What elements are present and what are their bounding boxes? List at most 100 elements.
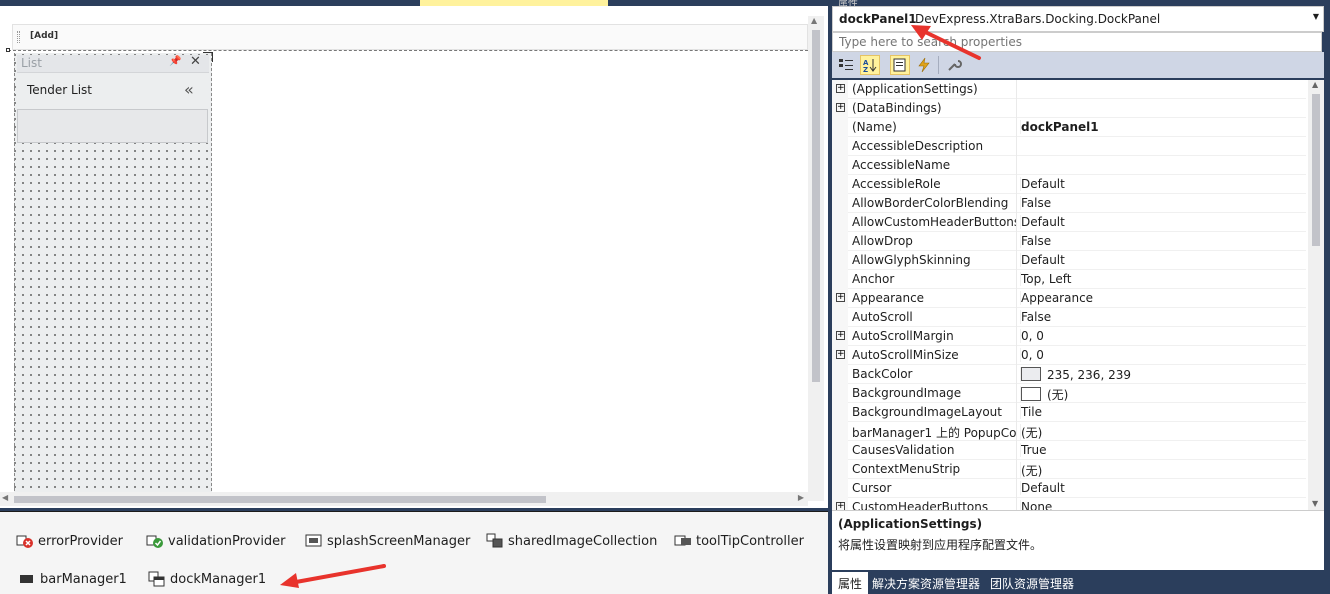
property-value[interactable]: False [1020,234,1306,248]
property-value[interactable]: dockPanel1 [1020,120,1306,134]
close-icon[interactable]: ✕ [190,54,201,69]
properties-view-icon[interactable] [890,55,910,75]
property-row[interactable]: + AutoScrollMinSize 0, 0 [832,346,1306,365]
column-divider[interactable] [1016,251,1017,270]
property-value[interactable]: 0, 0 [1020,329,1306,343]
property-row[interactable]: + CustomHeaderButtons None [832,498,1306,510]
expand-icon[interactable]: + [836,331,845,340]
add-bar-item-button[interactable]: [Add] [30,31,58,41]
tray-item-validation-provider[interactable]: validationProvider [146,531,286,551]
column-divider[interactable] [1016,346,1017,365]
column-divider[interactable] [1016,118,1017,137]
categorized-view-icon[interactable] [836,55,856,75]
property-row[interactable]: AllowGlyphSkinning Default [832,251,1306,270]
property-pages-wrench-icon[interactable] [944,55,964,75]
column-divider[interactable] [1016,365,1017,384]
column-divider[interactable] [1016,232,1017,251]
property-value[interactable]: Default [1020,481,1306,495]
property-value[interactable]: Default [1020,253,1306,267]
dock-panel-caption[interactable]: List 📌 ✕ [17,54,209,73]
designer-horizontal-scrollbar[interactable]: ◀ ▶ [0,492,808,506]
property-row[interactable]: Cursor Default [832,479,1306,498]
events-lightning-icon[interactable] [914,55,934,75]
property-row[interactable]: + (ApplicationSettings) [832,80,1306,99]
column-divider[interactable] [1016,403,1017,422]
property-value[interactable]: Tile [1020,405,1306,419]
property-row[interactable]: AutoScroll False [832,308,1306,327]
tray-item-bar-manager[interactable]: barManager1 [18,569,127,589]
property-value[interactable]: False [1020,196,1306,210]
column-divider[interactable] [1016,422,1017,441]
column-divider[interactable] [1016,498,1017,510]
property-grid-scrollbar[interactable]: ▲ ▼ [1308,80,1324,510]
pin-icon[interactable]: 📌 [169,56,181,67]
property-row[interactable]: AccessibleRole Default [832,175,1306,194]
property-row[interactable]: AccessibleDescription [832,137,1306,156]
property-row[interactable]: + (DataBindings) [832,99,1306,118]
property-value[interactable]: 0, 0 [1020,348,1306,362]
tray-item-error-provider[interactable]: errorProvider [16,531,123,551]
property-value[interactable]: Default [1020,177,1306,191]
column-divider[interactable] [1016,137,1017,156]
object-selector-combo[interactable]: dockPanel1 DevExpress.XtraBars.Docking.D… [832,6,1324,32]
toolbar-grip[interactable] [17,31,20,43]
column-divider[interactable] [1016,175,1017,194]
expand-icon[interactable]: + [836,84,845,93]
property-value[interactable]: Appearance [1020,291,1306,305]
scroll-left-icon[interactable]: ◀ [2,493,8,502]
property-row[interactable]: BackgroundImageLayout Tile [832,403,1306,422]
scroll-thumb[interactable] [14,496,546,503]
column-divider[interactable] [1016,289,1017,308]
expand-icon[interactable]: + [836,103,845,112]
tray-item-shared-image-collection[interactable]: sharedImageCollection [486,531,657,551]
property-row[interactable]: + Appearance Appearance [832,289,1306,308]
tray-item-dock-manager[interactable]: dockManager1 [148,569,266,589]
column-divider[interactable] [1016,80,1017,99]
property-value[interactable]: Default [1020,215,1306,229]
scroll-up-icon[interactable]: ▲ [811,16,817,25]
property-value[interactable]: False [1020,310,1306,324]
column-divider[interactable] [1016,441,1017,460]
property-value[interactable]: (无) [1020,462,1306,479]
tab-properties[interactable]: 属性 [832,572,869,594]
property-row[interactable]: barManager1 上的 PopupContextMenu (无) [832,422,1306,441]
scroll-thumb[interactable] [812,30,820,382]
expand-icon[interactable]: + [836,350,845,359]
property-row[interactable]: CausesValidation True [832,441,1306,460]
property-row[interactable]: AllowCustomHeaderButtons Default [832,213,1306,232]
form-designer-surface[interactable]: [Add] ▸ List 📌 ✕ Tender List « ▲ ◀ ▶ [0,6,828,508]
property-row[interactable]: BackgroundImage (无) [832,384,1306,403]
navbar-group-header[interactable]: Tender List « [17,75,209,107]
expand-icon[interactable]: + [836,293,845,302]
property-value[interactable]: None [1020,500,1306,510]
column-divider[interactable] [1016,156,1017,175]
collapse-icon[interactable]: « [184,80,194,99]
column-divider[interactable] [1016,308,1017,327]
property-row[interactable]: Anchor Top, Left [832,270,1306,289]
property-row[interactable]: AllowDrop False [832,232,1306,251]
tray-item-tooltip-controller[interactable]: toolTipController [674,531,804,551]
property-value[interactable]: (无) [1020,424,1306,441]
scroll-up-icon[interactable]: ▲ [1312,80,1318,89]
property-row[interactable]: + AutoScrollMargin 0, 0 [832,327,1306,346]
column-divider[interactable] [1016,384,1017,403]
property-value[interactable]: 235, 236, 239 [1020,367,1306,382]
column-divider[interactable] [1016,194,1017,213]
alphabetical-view-icon[interactable]: AZ [860,55,880,75]
property-value[interactable]: Top, Left [1020,272,1306,286]
designer-vertical-scrollbar[interactable]: ▲ [808,16,824,501]
scroll-right-icon[interactable]: ▶ [798,493,804,502]
property-value[interactable]: (无) [1020,386,1306,403]
column-divider[interactable] [1016,213,1017,232]
tab-team-explorer[interactable]: 团队资源管理器 [984,572,1080,594]
selection-handle[interactable] [6,48,10,52]
expand-icon[interactable]: + [836,502,845,510]
column-divider[interactable] [1016,99,1017,118]
dropdown-arrow-icon[interactable]: ▼ [1313,12,1319,21]
property-row[interactable]: AllowBorderColorBlending False [832,194,1306,213]
property-row[interactable]: (Name) dockPanel1 [832,118,1306,137]
column-divider[interactable] [1016,479,1017,498]
scroll-thumb[interactable] [1312,94,1320,246]
property-row[interactable]: AccessibleName [832,156,1306,175]
property-grid[interactable]: ▲ ▼ + (ApplicationSettings) + (DataBindings… [832,80,1324,510]
